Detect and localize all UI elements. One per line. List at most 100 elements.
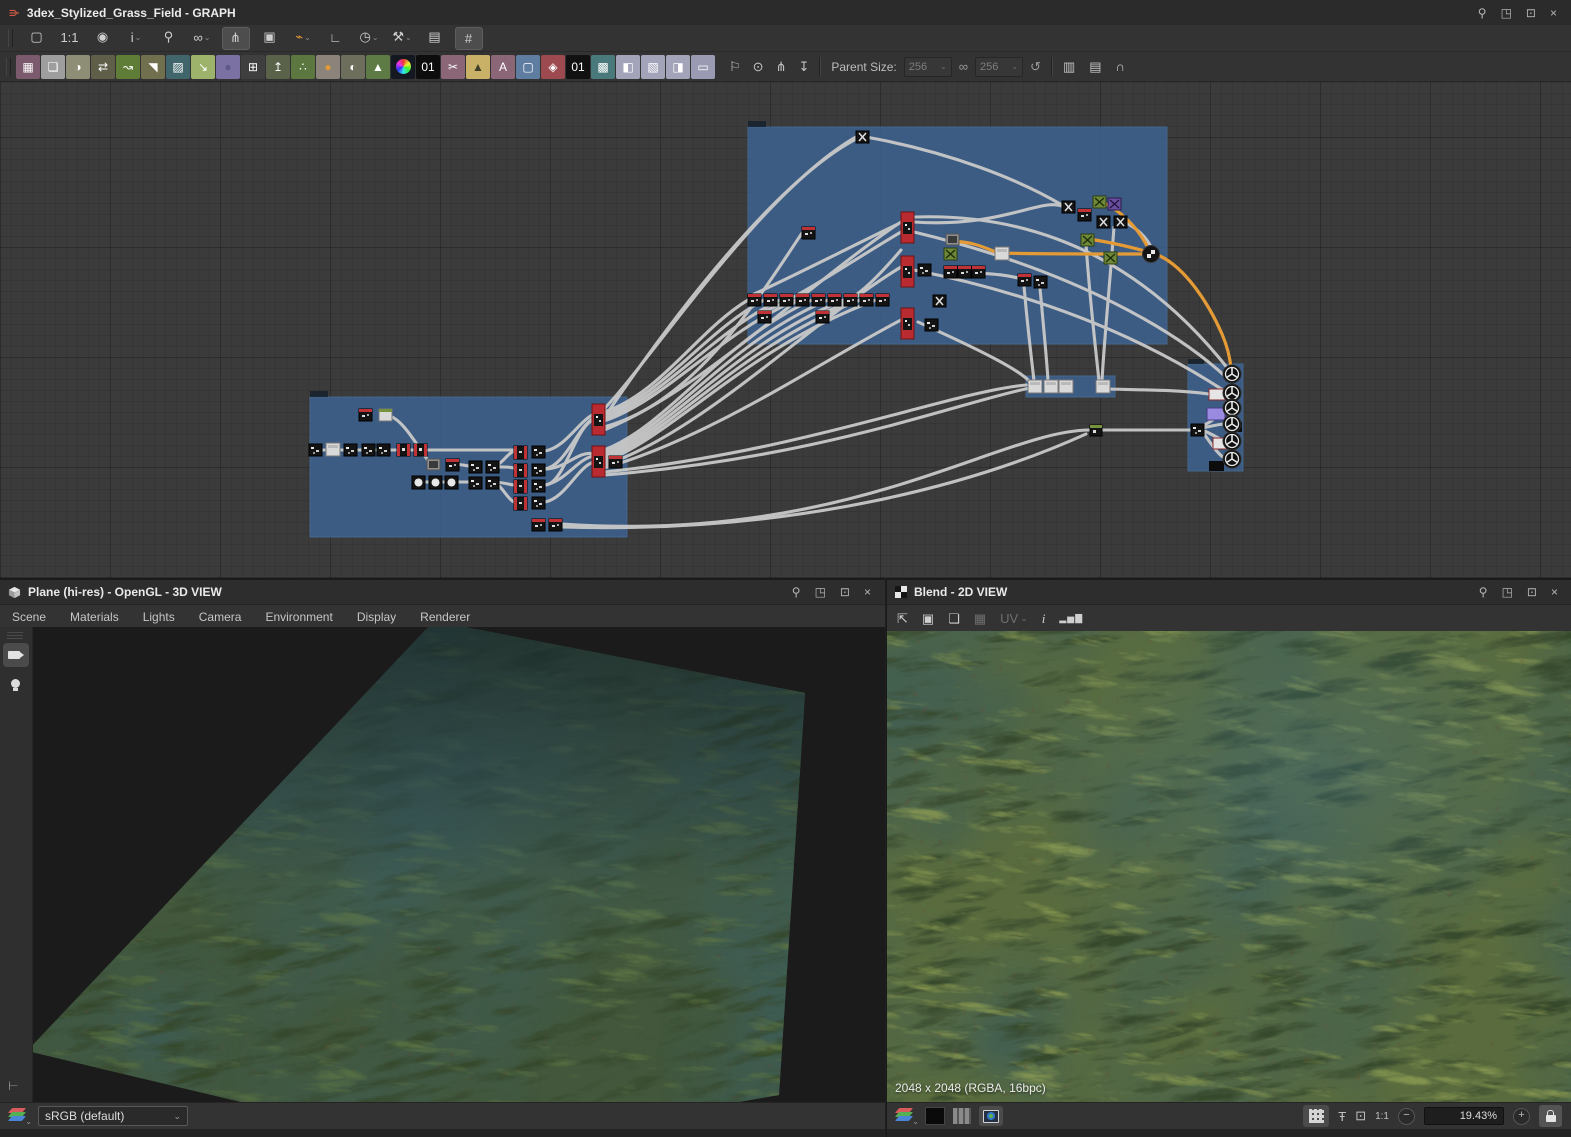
viewport-2d[interactable]: 2048 x 2048 (RGBA, 16bpc) [887, 631, 1571, 1103]
pin-node-icon[interactable]: ↧ [798, 59, 809, 75]
maximize-icon[interactable]: ⊡ [1526, 6, 1536, 20]
zoom-level-field[interactable]: 19.43% [1424, 1107, 1504, 1125]
menu-item[interactable]: Materials [58, 605, 131, 628]
layers-icon[interactable]: ▣ [257, 27, 283, 48]
spline-node-icon[interactable]: ✂ [441, 54, 465, 79]
menu-item[interactable]: Scene [0, 605, 58, 628]
background-color-swatch[interactable] [925, 1107, 945, 1125]
histogram-scan-node-icon[interactable]: ▲ [366, 54, 390, 79]
panel-2d-header[interactable]: Blend - 2D VIEW ⚲ ◳ ⊡ × [887, 580, 1571, 605]
splatter-node-icon[interactable]: ∴ [291, 54, 315, 79]
straight-links-icon[interactable]: ⌁ ⌄ [290, 27, 316, 48]
shape-node-icon[interactable]: ● [216, 54, 240, 79]
marquee-select-icon[interactable]: ▢ [24, 27, 50, 48]
maximize-icon[interactable]: ⊡ [840, 585, 850, 599]
info-mode-icon[interactable]: i ⌄ [123, 27, 149, 48]
dot-node-icon[interactable]: ● [316, 54, 340, 79]
save-image-icon[interactable]: ▣ [922, 611, 934, 627]
graph-canvas[interactable] [0, 82, 1571, 578]
cells-node-icon[interactable]: ▩ [591, 54, 615, 79]
timer-icon[interactable]: ◷ ⌄ [356, 27, 382, 48]
snapshot-icon[interactable]: ◉ [90, 27, 116, 48]
parent-size-height-select[interactable]: 256 ⌄ [975, 56, 1024, 77]
close-icon[interactable]: × [1550, 6, 1557, 20]
distribute-vertical-icon[interactable]: ▤ [1089, 59, 1101, 75]
graph-link-icon[interactable]: ⋔ [776, 59, 787, 75]
panel-3d-header[interactable]: Plane (hi-res) - OpenGL - 3D VIEW ⚲ ◳ ⊡ × [0, 580, 885, 605]
zoom-in-button[interactable]: + [1513, 1107, 1530, 1125]
zoom-out-button[interactable]: − [1398, 1107, 1415, 1125]
colorspace-layers-icon-2d[interactable]: ⌄ [894, 1108, 919, 1126]
distribute-horizontal-icon[interactable]: ▥ [1063, 59, 1075, 75]
text-node-icon[interactable]: A [491, 54, 515, 79]
link-size-icon[interactable]: ∞ [959, 59, 968, 74]
pin-icon[interactable]: ⚲ [792, 585, 801, 599]
tile-generator-node-icon[interactable]: ⊞ [241, 54, 265, 79]
levels-node-icon[interactable]: ◐ [341, 54, 365, 79]
pin-bottom-icon[interactable]: Ŧ [1338, 1109, 1346, 1124]
channels-icon[interactable] [953, 1108, 971, 1124]
fit-view-icon[interactable]: ⊡ [1355, 1108, 1366, 1124]
dither-node-icon[interactable]: 01 [416, 54, 440, 79]
height-extrude-node-icon[interactable]: ↥ [266, 54, 290, 79]
uv-select[interactable]: UV ⌄ [1000, 611, 1028, 626]
transform-node-icon[interactable]: ↘ [191, 54, 215, 79]
graph-network[interactable] [0, 82, 1571, 578]
colorspace-select[interactable]: sRGB (default) ⌄ [38, 1106, 188, 1126]
svg-node-icon[interactable]: ❏ [41, 54, 65, 79]
dock-icon[interactable]: ◳ [1501, 6, 1512, 20]
tiling-button[interactable] [1303, 1105, 1330, 1127]
tools-icon[interactable]: ⚒ ⌄ [389, 27, 415, 48]
snap-magnet-icon[interactable]: ∩ [1116, 59, 1125, 75]
parent-size-width-select[interactable]: 256 ⌄ [903, 56, 952, 77]
display-mode-button[interactable] [979, 1106, 1003, 1126]
dot-insert-icon[interactable]: ⊙ [753, 59, 764, 75]
colorspace-layers-icon[interactable]: ⌄ [7, 1108, 32, 1126]
pin-icon[interactable]: ⚲ [1478, 6, 1487, 20]
menu-item[interactable]: Environment [253, 605, 344, 628]
flood-fill-node-icon[interactable]: ◈ [541, 54, 565, 79]
reset-size-icon[interactable]: ↺ [1030, 59, 1041, 75]
mirror-node-icon[interactable]: ▲ [466, 54, 490, 79]
actual-size-icon[interactable]: 1:1 [1375, 1111, 1389, 1122]
pin-icon[interactable]: ⚲ [1479, 585, 1488, 599]
menu-item[interactable]: Display [345, 605, 408, 628]
blend-template-icon[interactable]: ◧ [616, 54, 640, 79]
menu-item[interactable]: Lights [131, 605, 187, 628]
link-mode-icon[interactable]: ∞ ⌄ [189, 27, 215, 48]
grid-frame-icon[interactable]: # [455, 26, 483, 50]
pan-1to1-icon[interactable]: 1:1 [57, 27, 83, 48]
sidebar-grip[interactable] [7, 632, 23, 633]
frame-template-icon[interactable]: ▭ [691, 54, 715, 79]
viewport-3d[interactable] [32, 627, 885, 1103]
light-icon[interactable] [11, 679, 20, 691]
lock-zoom-button[interactable] [1539, 1105, 1562, 1127]
directional-warp-node-icon[interactable]: ▨ [166, 54, 190, 79]
histogram-icon[interactable]: ▂▅▇ [1059, 613, 1083, 624]
channel-shuffle-node-icon[interactable]: ⇄ [91, 54, 115, 79]
switch-node-icon[interactable]: 01 [566, 54, 590, 79]
warp-template-icon[interactable]: ◨ [666, 54, 690, 79]
info-icon[interactable]: i [1042, 611, 1046, 627]
image-mode-icon[interactable]: ▦ [974, 611, 986, 627]
toolbar-grip2[interactable] [6, 57, 11, 76]
close-icon[interactable]: × [864, 585, 871, 599]
camera-view-button[interactable] [3, 643, 29, 667]
comment-icon[interactable]: ⚐ [729, 59, 741, 75]
search-icon[interactable]: ⚲ [156, 27, 182, 48]
elbow-links-icon[interactable]: ∟ [323, 27, 349, 48]
bitmap-node-icon[interactable]: ▦ [16, 54, 40, 79]
copy-image-icon[interactable]: ❏ [948, 611, 960, 627]
maximize-icon[interactable]: ⊡ [1527, 585, 1537, 599]
close-icon[interactable]: × [1551, 585, 1558, 599]
dock-icon[interactable]: ◳ [815, 585, 826, 599]
graph-view-icon[interactable]: ⋔ [222, 26, 250, 50]
gradient-map-node-icon[interactable]: ◥ [141, 54, 165, 79]
blend-node-icon[interactable]: ◑ [66, 54, 90, 79]
gradient-template-icon[interactable]: ▧ [641, 54, 665, 79]
toolbar-grip[interactable] [8, 29, 13, 47]
dock-icon[interactable]: ◳ [1502, 585, 1513, 599]
menu-item[interactable]: Renderer [408, 605, 482, 628]
scene-tree-icon[interactable]: ⊢ [8, 1079, 18, 1093]
display-options-icon[interactable]: ▤ [422, 27, 448, 48]
